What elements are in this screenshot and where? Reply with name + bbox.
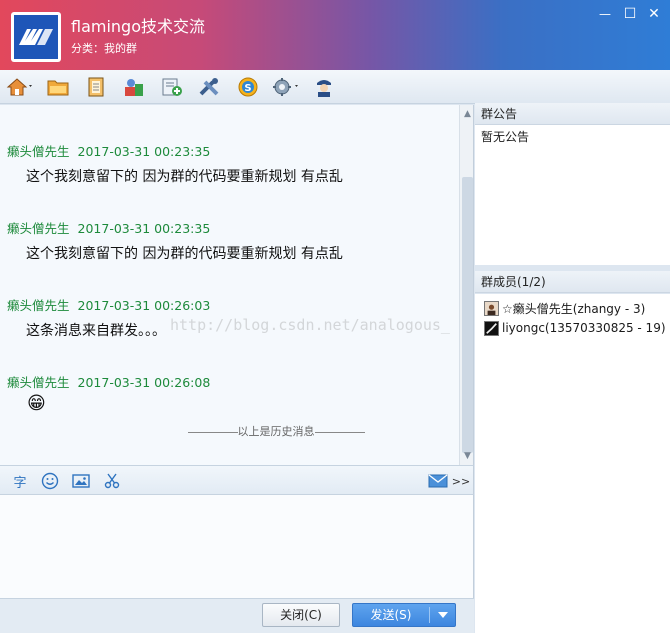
send-button-label[interactable]: 发送(S) xyxy=(353,604,429,626)
group-avatar[interactable] xyxy=(11,12,61,62)
member-item[interactable]: liyongc(13570330825 - 19) xyxy=(484,319,666,337)
message-sender: 癞头僧先生 xyxy=(7,144,70,159)
notebook-icon[interactable] xyxy=(81,74,111,100)
message-time: 2017-03-31 00:23:35 xyxy=(77,221,211,236)
scroll-thumb[interactable] xyxy=(462,177,473,453)
message-sender: 癞头僧先生 xyxy=(7,375,70,390)
message-input[interactable] xyxy=(0,495,474,598)
message-text: 这个我刻意留下的 因为群的代码要重新规划 有点乱 xyxy=(26,169,343,185)
home-icon[interactable] xyxy=(5,74,35,100)
close-button[interactable]: 关闭(C) xyxy=(262,603,340,627)
member-list: ☆癞头僧先生(zhangy - 3) liyongc(13570330825 -… xyxy=(475,294,670,633)
message-text: 这个我刻意留下的 因为群的代码要重新规划 有点乱 xyxy=(26,246,343,262)
members-header: 群成员(1/2) xyxy=(475,271,670,293)
member-item[interactable]: ☆癞头僧先生(zhangy - 3) xyxy=(484,299,645,317)
screenshot-scissors-icon[interactable] xyxy=(102,472,122,490)
add-member-icon[interactable] xyxy=(157,74,187,100)
history-divider: 以上是历史消息 xyxy=(180,423,372,439)
send-button[interactable]: 发送(S) xyxy=(352,603,456,627)
history-label: 以上是历史消息 xyxy=(237,425,315,438)
chat-scrollbar[interactable]: ▲ ▼ xyxy=(459,105,473,465)
send-options-dropdown[interactable] xyxy=(430,604,456,626)
app-icon[interactable] xyxy=(119,74,149,100)
chat-history[interactable]: 癞头僧先生 2017-03-31 00:23:35 这个我刻意留下的 因为群的代码… xyxy=(0,105,474,465)
tools-icon[interactable] xyxy=(195,74,225,100)
notice-text: 暂无公告 xyxy=(481,130,530,144)
chevron-down-icon xyxy=(438,612,448,618)
svg-text:S: S xyxy=(244,83,251,94)
main-toolbar: S xyxy=(0,70,670,104)
message-header: 癞头僧先生 2017-03-31 00:23:35 xyxy=(7,218,210,237)
more-button[interactable]: >> xyxy=(451,472,471,490)
message-time: 2017-03-31 00:26:03 xyxy=(77,298,211,313)
message-time: 2017-03-31 00:26:08 xyxy=(77,375,211,390)
minimize-icon[interactable]: — xyxy=(597,6,613,22)
message-sender: 癞头僧先生 xyxy=(7,221,70,236)
notice-content: 暂无公告 xyxy=(475,125,670,265)
mail-icon[interactable] xyxy=(428,472,448,490)
window-title: flamingo技术交流 xyxy=(71,17,206,36)
message-header: 癞头僧先生 2017-03-31 00:26:03 xyxy=(7,295,210,314)
input-toolbar: 字 >> xyxy=(0,465,474,495)
settings-icon[interactable] xyxy=(271,74,301,100)
message-sender: 癞头僧先生 xyxy=(7,298,70,313)
member-name: ☆癞头僧先生(zhangy - 3) xyxy=(502,301,646,316)
notice-header: 群公告 xyxy=(475,103,670,125)
member-name: liyongc(13570330825 - 19) xyxy=(502,321,666,335)
message-header: 癞头僧先生 2017-03-31 00:23:35 xyxy=(7,141,210,160)
maximize-icon[interactable]: ☐ xyxy=(622,6,638,22)
window-subtitle: 分类：我的群 xyxy=(71,42,137,55)
folder-icon[interactable] xyxy=(43,74,73,100)
emoji-icon[interactable] xyxy=(40,472,60,490)
user-card-icon[interactable] xyxy=(309,74,339,100)
font-icon[interactable]: 字 xyxy=(10,472,30,491)
group-logo-icon xyxy=(19,29,53,45)
message-time: 2017-03-31 00:23:35 xyxy=(77,144,211,159)
scroll-down-icon[interactable]: ▼ xyxy=(460,449,473,463)
message-header: 癞头僧先生 2017-03-31 00:26:08 xyxy=(7,372,210,391)
scroll-up-icon[interactable]: ▲ xyxy=(460,107,473,121)
bottom-bar: 关闭(C) 发送(S) xyxy=(0,598,474,633)
image-icon[interactable] xyxy=(71,472,91,490)
close-window-icon[interactable]: ✕ xyxy=(646,6,662,22)
message-text: 这条消息来自群发。。。 xyxy=(26,323,166,339)
emoji-grin-icon: 😁 xyxy=(27,393,46,414)
sogou-icon[interactable]: S xyxy=(233,74,263,100)
watermark: http://blog.csdn.net/analogous_ xyxy=(170,316,450,334)
member-avatar xyxy=(484,320,499,336)
title-bar[interactable]: flamingo技术交流 分类：我的群 — ☐ ✕ xyxy=(0,0,670,70)
member-avatar xyxy=(484,300,499,316)
